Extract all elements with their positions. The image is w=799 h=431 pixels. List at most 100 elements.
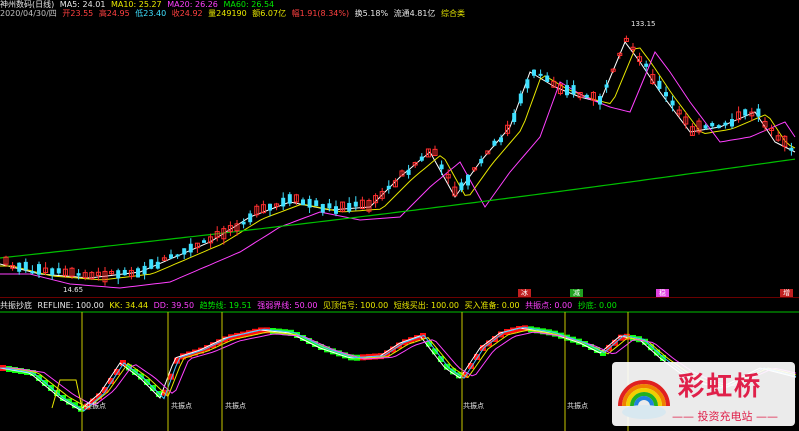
ma10-value: MA10: 25.27 <box>110 0 162 9</box>
turnover: 换5.18% <box>354 9 389 18</box>
candle <box>670 95 675 112</box>
candle <box>584 93 589 98</box>
indicator-header: 共振抄底 REFLINE: 100.00 KK: 34.44 DD: 39.50… <box>0 301 620 311</box>
candle <box>439 160 444 176</box>
candle <box>664 86 668 103</box>
stock-title: 神州数码(日线) <box>0 0 55 9</box>
candle <box>149 259 154 270</box>
logo-subtitle: —— 投资充电站 —— <box>672 410 778 423</box>
candle <box>89 271 95 281</box>
volume: 量249190 <box>208 9 247 18</box>
candle <box>254 204 260 218</box>
candle <box>485 150 491 155</box>
candle <box>43 262 49 276</box>
candle <box>122 267 127 276</box>
logo-title: 彩虹桥 <box>678 372 763 402</box>
quote-date: 2020/04/30/四 <box>0 9 57 18</box>
candle <box>565 79 569 98</box>
candle <box>532 69 536 79</box>
category: 综合类 <box>440 9 465 18</box>
kk-value: KK: 34.44 <box>109 301 149 310</box>
candle <box>188 238 193 257</box>
candle <box>730 113 734 129</box>
candle <box>142 261 147 280</box>
ma20-value: MA20: 26.26 <box>167 0 218 9</box>
low-price: 低23.40 <box>135 9 167 18</box>
candle <box>723 120 728 129</box>
candle <box>287 192 292 207</box>
ma5-value: MA5: 24.01 <box>59 0 106 9</box>
candle <box>169 249 173 260</box>
candle <box>17 262 22 275</box>
signal-label: 共振点 <box>85 402 106 410</box>
candle <box>30 265 35 275</box>
candle <box>347 197 352 214</box>
candle <box>525 78 530 93</box>
candle <box>789 142 794 156</box>
amount: 额6.07亿 <box>252 9 287 18</box>
candle <box>320 203 325 216</box>
candle <box>340 201 346 213</box>
refline: REFLINE: 100.00 <box>37 301 104 310</box>
candle <box>379 187 385 201</box>
candle <box>202 238 206 244</box>
candle <box>623 35 629 43</box>
candle <box>557 82 563 96</box>
candle <box>743 108 748 120</box>
ma60-value: MA60: 26.54 <box>223 0 275 9</box>
candle <box>116 268 121 285</box>
candle <box>538 69 543 78</box>
candle <box>136 266 140 278</box>
bottom-value: 抄底: 0.00 <box>577 301 617 310</box>
candle <box>657 76 662 91</box>
candle <box>598 93 602 110</box>
indicator-name: 共振抄底 <box>0 301 32 310</box>
candle <box>466 174 470 190</box>
candle <box>274 202 280 211</box>
candle <box>366 198 372 214</box>
low-mark-label: 14.65 <box>63 286 84 294</box>
high-mark-label: 133.15 <box>631 20 656 28</box>
candle <box>412 161 418 168</box>
candle <box>610 68 616 74</box>
candle <box>479 155 484 167</box>
candle <box>432 145 438 157</box>
short-buy-value: 短线买出: 100.00 <box>393 301 459 310</box>
rainbow-icon <box>618 380 670 419</box>
candle <box>689 123 695 136</box>
candle <box>782 135 788 152</box>
close-price: 收24.92 <box>171 9 203 18</box>
change: 幅1.91(8.34%) <box>291 9 350 18</box>
candle <box>716 124 721 129</box>
candle <box>281 192 286 211</box>
signal-label: 共振点 <box>225 402 246 410</box>
candle <box>545 72 550 83</box>
candlestick-chart[interactable] <box>0 0 799 297</box>
ma20-line <box>0 50 796 289</box>
quote-header: 2020/04/30/四 开23.55 高24.95 低23.40 收24.92… <box>0 9 468 19</box>
candle <box>182 248 187 260</box>
candle <box>736 106 742 123</box>
candle <box>630 43 636 54</box>
resonance-value: 共振点: 0.00 <box>525 301 573 310</box>
signal-label: 共振点 <box>463 402 484 410</box>
candle <box>56 262 61 275</box>
watermark-logo: 彩虹桥 —— 投资充电站 —— <box>612 362 795 426</box>
open-price: 开23.55 <box>62 9 94 18</box>
dd-value: DD: 39.50 <box>153 301 195 310</box>
candle <box>301 197 305 206</box>
candle <box>268 203 272 217</box>
candle <box>386 180 391 194</box>
candle <box>406 164 411 179</box>
candle <box>155 256 160 270</box>
candle <box>50 267 55 280</box>
candle <box>95 267 101 281</box>
trend-value: 趋势线: 19.51 <box>199 301 252 310</box>
candle <box>161 254 167 261</box>
candle <box>314 198 319 207</box>
candle <box>399 169 405 177</box>
signal-label: 共振点 <box>567 402 588 410</box>
signal-label: 共振点 <box>171 402 192 410</box>
ma60-line <box>0 158 796 259</box>
candle <box>194 242 200 253</box>
